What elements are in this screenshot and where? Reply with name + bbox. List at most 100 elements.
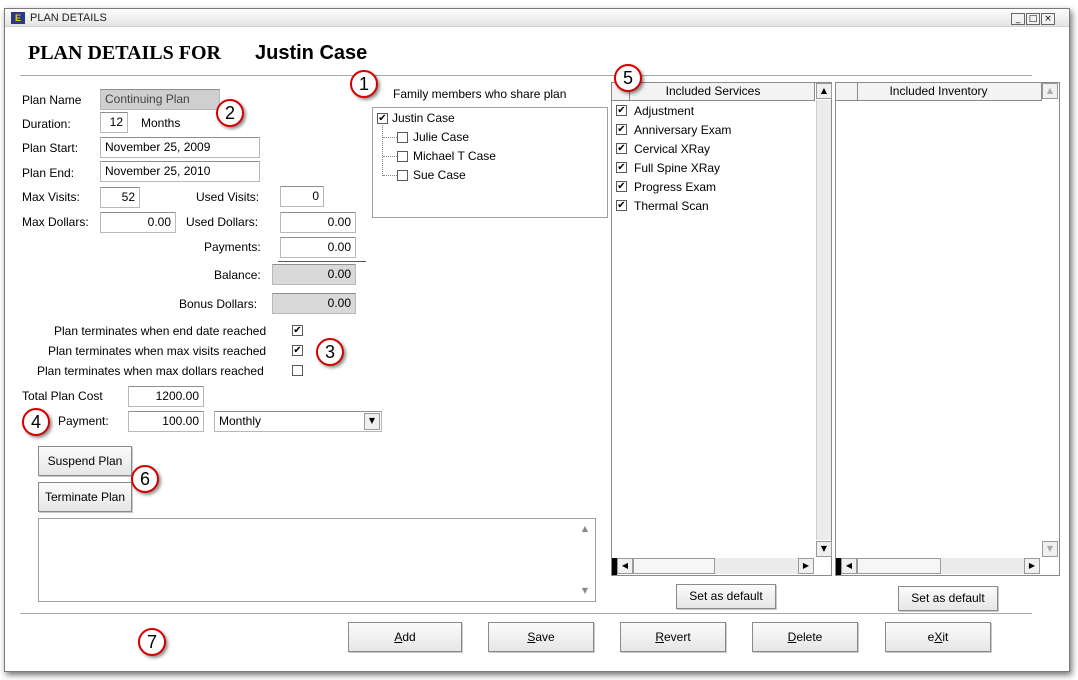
- included-inventory-list[interactable]: [835, 82, 1060, 576]
- notes-scroll-up[interactable]: ▲: [578, 522, 592, 536]
- close-button[interactable]: ×: [1041, 13, 1055, 25]
- tree-branch: [383, 137, 397, 138]
- callout-3: 3: [316, 338, 344, 366]
- service-checkbox[interactable]: ✔: [616, 143, 627, 154]
- payment-label: Payment:: [58, 414, 109, 428]
- family-root-name[interactable]: Justin Case: [392, 111, 455, 125]
- used-visits-field[interactable]: 0: [280, 186, 324, 207]
- inventory-scroll-down[interactable]: ▼: [1042, 541, 1058, 557]
- services-scroll-down[interactable]: ▼: [816, 541, 832, 557]
- family-member-checkbox[interactable]: [397, 170, 408, 181]
- window-title: PLAN DETAILS: [30, 12, 107, 24]
- plan-name-field[interactable]: Continuing Plan: [100, 89, 220, 110]
- callout-7: 7: [138, 628, 166, 656]
- sum-line: [278, 261, 366, 262]
- inventory-hscroll-thumb[interactable]: [857, 558, 941, 574]
- inventory-scroll-up[interactable]: ▲: [1042, 83, 1058, 99]
- callout-4: 4: [22, 408, 50, 436]
- total-plan-cost-field[interactable]: 1200.00: [128, 386, 204, 407]
- family-root-checkbox[interactable]: ✔: [377, 113, 388, 124]
- tree-line: [382, 125, 383, 176]
- chevron-down-icon[interactable]: ▼: [364, 413, 380, 430]
- service-item[interactable]: Thermal Scan: [634, 199, 709, 213]
- services-scroll-left[interactable]: ◀: [617, 558, 633, 574]
- included-services-list[interactable]: [611, 82, 832, 576]
- callout-6: 6: [131, 465, 159, 493]
- inventory-scroll-right[interactable]: ▶: [1024, 558, 1040, 574]
- services-scroll-right[interactable]: ▶: [798, 558, 814, 574]
- service-checkbox[interactable]: ✔: [616, 105, 627, 116]
- plan-end-field[interactable]: November 25, 2010: [100, 161, 260, 182]
- inventory-set-default-button[interactable]: Set as default: [898, 586, 998, 611]
- services-set-default-button[interactable]: Set as default: [676, 584, 776, 609]
- duration-field[interactable]: 12: [100, 112, 128, 133]
- notes-textarea[interactable]: [38, 518, 596, 602]
- service-item[interactable]: Adjustment: [634, 104, 694, 118]
- services-hscroll-thumb[interactable]: [633, 558, 715, 574]
- service-checkbox[interactable]: ✔: [616, 181, 627, 192]
- service-checkbox[interactable]: ✔: [616, 124, 627, 135]
- payment-field[interactable]: 100.00: [128, 411, 204, 432]
- family-member-name[interactable]: Julie Case: [413, 130, 469, 144]
- page-title: PLAN DETAILS FOR: [28, 42, 221, 64]
- service-item[interactable]: Cervical XRay: [634, 142, 710, 156]
- plan-start-field[interactable]: November 25, 2009: [100, 137, 260, 158]
- terminate-max-visits-checkbox[interactable]: ✔: [292, 345, 303, 356]
- add-button[interactable]: Add: [348, 622, 462, 652]
- used-dollars-label: Used Dollars:: [186, 215, 259, 229]
- payments-label: Payments:: [204, 240, 261, 254]
- included-services-header: Included Services: [612, 83, 815, 101]
- notes-scroll-down[interactable]: ▼: [578, 584, 592, 598]
- app-icon: E: [11, 12, 25, 24]
- header-spacer: [836, 83, 858, 100]
- service-item[interactable]: Progress Exam: [634, 180, 716, 194]
- callout-5: 5: [614, 64, 642, 92]
- service-item[interactable]: Anniversary Exam: [634, 123, 731, 137]
- used-dollars-field[interactable]: 0.00: [280, 212, 356, 233]
- balance-label: Balance:: [214, 268, 261, 282]
- included-inventory-header: Included Inventory: [836, 83, 1042, 101]
- save-button[interactable]: Save: [488, 622, 594, 652]
- suspend-plan-button[interactable]: Suspend Plan: [38, 446, 132, 476]
- minimize-button[interactable]: _: [1011, 13, 1025, 25]
- services-scroll-up[interactable]: ▲: [816, 83, 832, 99]
- maximize-button[interactable]: □: [1026, 13, 1040, 25]
- plan-end-label: Plan End:: [22, 166, 75, 180]
- family-member-name[interactable]: Michael T Case: [413, 149, 496, 163]
- services-vscroll-track[interactable]: [816, 100, 831, 540]
- service-checkbox[interactable]: ✔: [616, 200, 627, 211]
- tree-branch: [383, 175, 397, 176]
- bonus-dollars-field: 0.00: [272, 293, 356, 314]
- exit-button[interactable]: eXit: [885, 622, 991, 652]
- max-dollars-field[interactable]: 0.00: [100, 212, 176, 233]
- terminate-end-date-label: Plan terminates when end date reached: [54, 324, 267, 338]
- max-dollars-label: Max Dollars:: [22, 215, 89, 229]
- terminate-plan-button[interactable]: Terminate Plan: [38, 482, 132, 512]
- family-member-checkbox[interactable]: [397, 132, 408, 143]
- callout-2: 2: [216, 99, 244, 127]
- revert-button[interactable]: Revert: [620, 622, 726, 652]
- footer-divider: [20, 613, 1032, 614]
- delete-button[interactable]: Delete: [752, 622, 858, 652]
- terminate-max-dollars-checkbox[interactable]: [292, 365, 303, 376]
- family-member-name[interactable]: Sue Case: [413, 168, 466, 182]
- total-plan-cost-label: Total Plan Cost: [22, 389, 103, 403]
- title-bar: [5, 9, 1069, 27]
- inventory-scroll-left[interactable]: ◀: [841, 558, 857, 574]
- payment-frequency-select[interactable]: Monthly: [214, 411, 382, 432]
- callout-1: 1: [350, 70, 378, 98]
- max-visits-label: Max Visits:: [22, 190, 80, 204]
- patient-name: Justin Case: [255, 42, 368, 64]
- duration-label: Duration:: [22, 117, 71, 131]
- max-visits-field[interactable]: 52: [100, 187, 140, 208]
- terminate-max-visits-label: Plan terminates when max visits reached: [48, 344, 267, 358]
- family-member-checkbox[interactable]: [397, 151, 408, 162]
- included-inventory-title: Included Inventory: [889, 84, 988, 98]
- service-checkbox[interactable]: ✔: [616, 162, 627, 173]
- payments-field[interactable]: 0.00: [280, 237, 356, 258]
- included-services-title: Included Services: [665, 84, 761, 98]
- family-members-header: Family members who share plan: [393, 87, 567, 101]
- terminate-end-date-checkbox[interactable]: ✔: [292, 325, 303, 336]
- bonus-dollars-label: Bonus Dollars:: [179, 297, 258, 311]
- service-item[interactable]: Full Spine XRay: [634, 161, 720, 175]
